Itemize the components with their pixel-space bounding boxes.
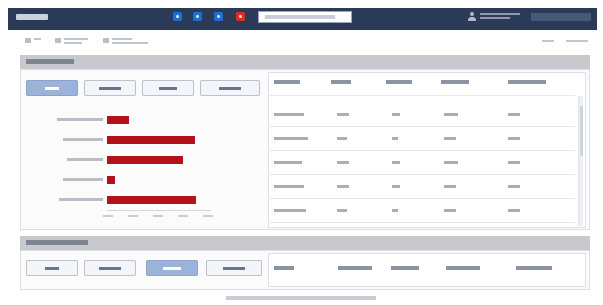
toolbar-item-2[interactable] bbox=[55, 37, 91, 47]
table-cell bbox=[444, 185, 456, 188]
table-header bbox=[391, 266, 419, 270]
help-icon[interactable] bbox=[214, 12, 223, 21]
section-2-table bbox=[268, 253, 586, 287]
bar bbox=[107, 156, 183, 164]
account-button[interactable] bbox=[531, 13, 591, 21]
category-label bbox=[67, 158, 103, 161]
section-1-header bbox=[20, 55, 590, 69]
table-cell bbox=[508, 113, 520, 116]
table-cell bbox=[392, 161, 400, 164]
x-tick-label bbox=[178, 215, 188, 217]
section-2-filter-button-4[interactable] bbox=[206, 260, 262, 276]
table-cell bbox=[508, 209, 520, 212]
table-cell bbox=[392, 137, 398, 140]
app-logo[interactable] bbox=[16, 14, 48, 20]
document-icon bbox=[55, 38, 61, 43]
section-2-filter-button-2[interactable] bbox=[84, 260, 136, 276]
toolbar-item-3[interactable] bbox=[103, 37, 149, 47]
x-axis bbox=[107, 210, 211, 211]
section-1-filter-button-4[interactable] bbox=[200, 80, 260, 96]
bar bbox=[107, 176, 115, 184]
table-header bbox=[441, 80, 469, 84]
home-icon bbox=[25, 38, 31, 43]
table-header bbox=[386, 80, 412, 84]
table-header bbox=[338, 266, 372, 270]
toolbar-item-1[interactable] bbox=[25, 37, 43, 47]
section-2-filter-button-3[interactable] bbox=[146, 260, 198, 276]
toolbar-action-1[interactable] bbox=[542, 40, 554, 42]
x-tick-label bbox=[153, 215, 163, 217]
section-1-filter-button-2[interactable] bbox=[84, 80, 136, 96]
bar bbox=[107, 196, 196, 204]
report-icon bbox=[103, 38, 109, 43]
bar bbox=[107, 136, 195, 144]
category-label bbox=[63, 138, 103, 141]
notification-icon[interactable] bbox=[236, 12, 245, 21]
table-cell bbox=[274, 209, 306, 212]
bar-chart bbox=[27, 100, 265, 225]
table-cell bbox=[337, 209, 347, 212]
table-header bbox=[516, 266, 552, 270]
table-cell bbox=[392, 209, 398, 212]
user-icon[interactable] bbox=[468, 12, 476, 21]
user-info bbox=[480, 13, 524, 21]
table-cell bbox=[337, 185, 349, 188]
table-cell bbox=[274, 137, 308, 140]
section-1-filter-button-3[interactable] bbox=[142, 80, 194, 96]
table-row-divider bbox=[270, 150, 575, 151]
table-cell bbox=[337, 161, 349, 164]
x-tick-label bbox=[128, 215, 138, 217]
table-header-divider bbox=[270, 95, 575, 96]
table-cell bbox=[444, 209, 456, 212]
scrollbar-thumb[interactable] bbox=[580, 106, 583, 156]
table-cell bbox=[337, 113, 349, 116]
category-label bbox=[63, 178, 103, 181]
section-2-header bbox=[20, 236, 590, 250]
table-header bbox=[508, 80, 546, 84]
category-label bbox=[57, 118, 103, 121]
table-row-divider bbox=[270, 198, 575, 199]
table-cell bbox=[508, 185, 520, 188]
table-cell bbox=[274, 161, 302, 164]
toolbar-action-2[interactable] bbox=[566, 40, 588, 42]
category-label bbox=[59, 198, 103, 201]
table-cell bbox=[508, 137, 520, 140]
table-cell bbox=[337, 137, 347, 140]
footer-text bbox=[226, 296, 376, 300]
facebook-icon[interactable] bbox=[173, 12, 182, 21]
twitter-icon[interactable] bbox=[193, 12, 202, 21]
table-cell bbox=[392, 185, 400, 188]
search-placeholder bbox=[265, 15, 335, 19]
x-tick-label bbox=[103, 215, 113, 217]
x-tick-label bbox=[203, 215, 213, 217]
table-header bbox=[274, 80, 300, 84]
table-header bbox=[331, 80, 351, 84]
section-2-filter-button-1[interactable] bbox=[26, 260, 78, 276]
table-scrollbar[interactable] bbox=[578, 96, 583, 226]
table-row-divider bbox=[270, 174, 575, 175]
table-header bbox=[446, 266, 480, 270]
table-cell bbox=[274, 113, 304, 116]
section-1-filter-button-1[interactable] bbox=[26, 80, 78, 96]
table-cell bbox=[508, 161, 520, 164]
table-row-divider bbox=[270, 222, 575, 223]
table-cell bbox=[274, 185, 304, 188]
table-cell bbox=[444, 161, 458, 164]
table-row-divider bbox=[270, 126, 575, 127]
table-cell bbox=[444, 113, 458, 116]
search-input[interactable] bbox=[258, 11, 352, 23]
table-header bbox=[274, 266, 294, 270]
table-cell bbox=[444, 137, 456, 140]
bar bbox=[107, 116, 129, 124]
table-cell bbox=[392, 113, 400, 116]
